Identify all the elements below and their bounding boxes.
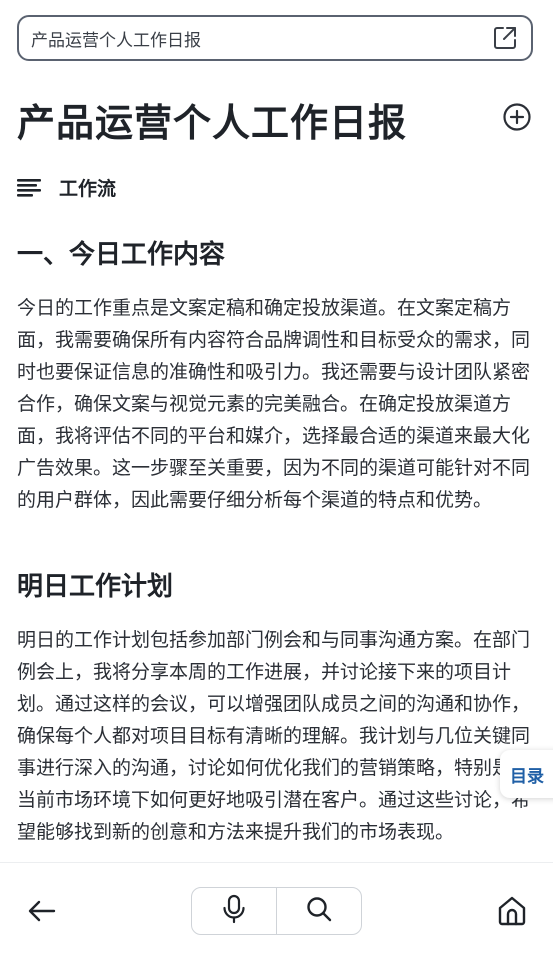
section-body-tomorrow: 明日的工作计划包括参加部门例会和与同事沟通方案。在部门例会上，我将分享本周的工作… [17,629,531,843]
toc-tab-label: 目录 [510,766,544,787]
workflow-label: 工作流 [59,177,117,200]
page-title: 产品运营个人工作日报 [17,101,408,145]
document-page: 产品运营个人工作日报 产品运营个人工作日报 工作流 一、今日工作内容 今日的工作… [0,0,553,956]
add-circle-icon[interactable] [500,100,534,134]
microphone-icon [222,894,246,928]
home-icon[interactable] [494,892,530,928]
back-arrow-icon[interactable] [24,893,60,929]
bottom-toolbar [0,862,553,956]
search-button[interactable] [277,888,361,934]
section-body-today: 今日的工作重点是文案定稿和确定投放渠道。在文案定稿方面，我需要确保所有内容符合品… [17,297,531,511]
address-bar[interactable]: 产品运营个人工作日报 [17,15,533,61]
toc-tab[interactable]: 目录 [500,750,553,798]
external-link-icon[interactable] [491,24,519,52]
workflow-row[interactable]: 工作流 [17,172,116,202]
section-heading-tomorrow: 明日工作计划 [17,572,174,602]
list-lines-icon [17,177,45,197]
section-heading-today: 一、今日工作内容 [17,240,226,270]
voice-search-pill [191,887,362,935]
microphone-button[interactable] [192,888,276,934]
address-bar-text: 产品运营个人工作日报 [31,30,201,51]
search-icon [305,895,333,927]
